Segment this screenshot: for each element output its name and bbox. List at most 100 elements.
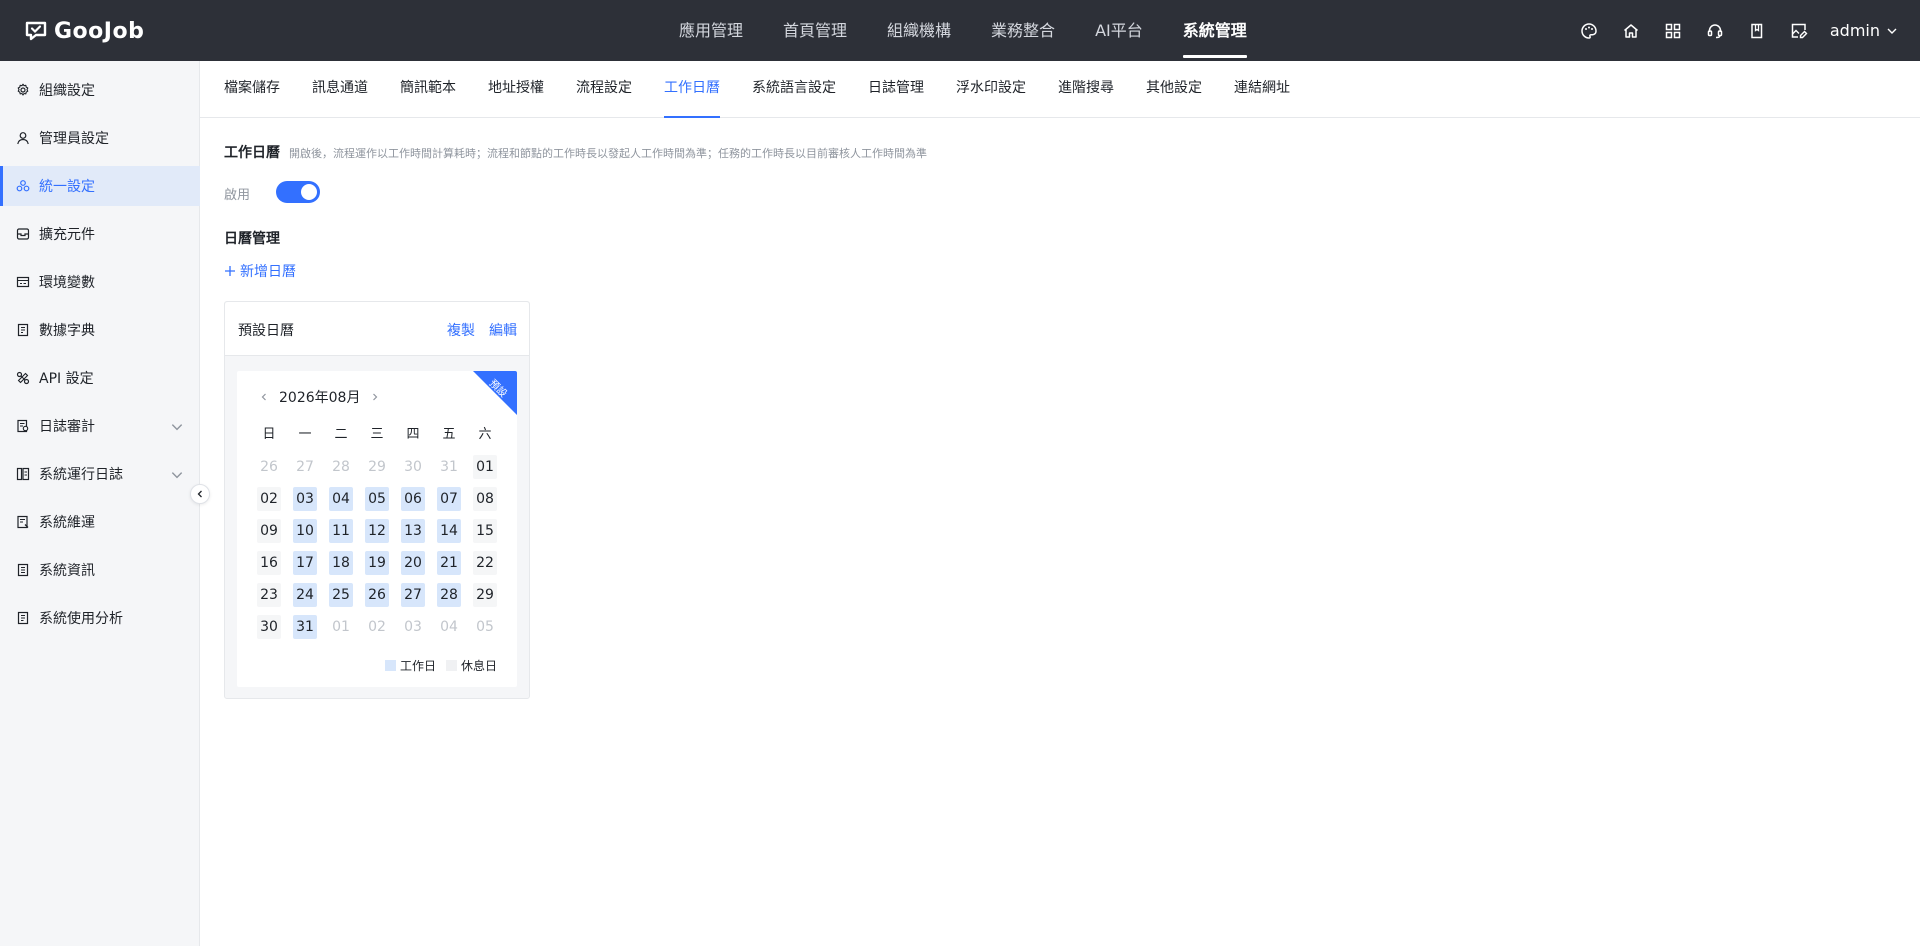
tab-language-settings[interactable]: 系統語言設定 bbox=[752, 61, 836, 118]
enable-toggle[interactable] bbox=[276, 181, 320, 203]
calendar-day-cell[interactable]: 29 bbox=[359, 451, 395, 483]
calendar-day-cell[interactable]: 07 bbox=[431, 483, 467, 515]
edit-image-icon[interactable] bbox=[1778, 0, 1820, 61]
calendar-day-cell[interactable]: 01 bbox=[323, 611, 359, 643]
calendar-day-cell[interactable]: 03 bbox=[287, 483, 323, 515]
topnav-organization[interactable]: 組織機構 bbox=[867, 0, 971, 61]
sidebar-item-extensions[interactable]: 擴充元件 bbox=[0, 214, 200, 254]
topnav-ai-platform[interactable]: AI平台 bbox=[1075, 0, 1163, 61]
calendar-day-cell[interactable]: 04 bbox=[431, 611, 467, 643]
tab-workflow-settings[interactable]: 流程設定 bbox=[576, 61, 632, 118]
tab-message-channel[interactable]: 訊息通道 bbox=[312, 61, 368, 118]
enable-label: 啟用 bbox=[224, 188, 251, 203]
topnav-system-management[interactable]: 系統管理 bbox=[1163, 0, 1267, 61]
calendar-day-cell[interactable]: 31 bbox=[287, 611, 323, 643]
tab-address-authorization[interactable]: 地址授權 bbox=[488, 61, 544, 118]
calendar-day-cell[interactable]: 31 bbox=[431, 451, 467, 483]
calendar-day-cell[interactable]: 06 bbox=[395, 483, 431, 515]
calendar-day-cell[interactable]: 04 bbox=[323, 483, 359, 515]
restday-swatch bbox=[445, 660, 457, 671]
palette-icon[interactable] bbox=[1568, 0, 1610, 61]
calendar-day-cell[interactable]: 05 bbox=[359, 483, 395, 515]
user-menu[interactable]: admin bbox=[1830, 21, 1898, 40]
tab-advanced-search[interactable]: 進階搜尋 bbox=[1058, 61, 1114, 118]
calendar-day-cell[interactable]: 03 bbox=[395, 611, 431, 643]
logo[interactable]: GooJob bbox=[24, 16, 144, 46]
calendar-day-workday: 13 bbox=[401, 519, 425, 543]
calendar-day-restday: 01 bbox=[473, 455, 497, 479]
gear-icon bbox=[17, 83, 29, 96]
book-icon[interactable] bbox=[1736, 0, 1778, 61]
legend-restday: 休息日 bbox=[445, 657, 497, 674]
sidebar-item-data-dictionary[interactable]: 數據字典 bbox=[0, 310, 200, 350]
next-month-button[interactable] bbox=[368, 390, 382, 404]
sidebar-item-env-variables[interactable]: 環境變數 bbox=[0, 262, 200, 302]
calendar-day-cell[interactable]: 10 bbox=[287, 515, 323, 547]
edit-button[interactable]: 編輯 bbox=[489, 320, 517, 340]
calendar-day-cell[interactable]: 26 bbox=[251, 451, 287, 483]
calendar-day-cell[interactable]: 22 bbox=[467, 547, 503, 579]
toggle-knob bbox=[301, 184, 317, 200]
sidebar-item-system-maintenance[interactable]: 系統維運 bbox=[0, 502, 200, 542]
sidebar-item-log-audit[interactable]: 日誌審計 bbox=[0, 406, 200, 446]
support-icon[interactable] bbox=[1694, 0, 1736, 61]
calendar-day-cell[interactable]: 18 bbox=[323, 547, 359, 579]
sidebar-item-org-settings[interactable]: 組織設定 bbox=[0, 70, 200, 110]
calendar-day-cell[interactable]: 05 bbox=[467, 611, 503, 643]
calendar-day-cell[interactable]: 26 bbox=[359, 579, 395, 611]
prev-month-button[interactable] bbox=[257, 390, 271, 404]
calendar-day-cell[interactable]: 27 bbox=[287, 451, 323, 483]
calendar-day-cell[interactable]: 12 bbox=[359, 515, 395, 547]
calendar-day-cell[interactable]: 21 bbox=[431, 547, 467, 579]
calendar-day-cell[interactable]: 28 bbox=[431, 579, 467, 611]
calendar-day-cell[interactable]: 08 bbox=[467, 483, 503, 515]
calendar-day-cell[interactable]: 17 bbox=[287, 547, 323, 579]
sidebar-item-usage-analytics[interactable]: 系統使用分析 bbox=[0, 598, 200, 638]
tab-file-storage[interactable]: 檔案儲存 bbox=[224, 61, 280, 118]
calendar-day-workday: 12 bbox=[365, 519, 389, 543]
calendar-day-cell[interactable]: 29 bbox=[467, 579, 503, 611]
calendar-day-cell[interactable]: 28 bbox=[323, 451, 359, 483]
calendar-day-cell[interactable]: 16 bbox=[251, 547, 287, 579]
tab-link-url[interactable]: 連結網址 bbox=[1234, 61, 1290, 118]
calendar-day-cell[interactable]: 30 bbox=[395, 451, 431, 483]
calendar-day-cell[interactable]: 02 bbox=[251, 483, 287, 515]
topnav-home-management[interactable]: 首頁管理 bbox=[763, 0, 867, 61]
tab-log-management[interactable]: 日誌管理 bbox=[868, 61, 924, 118]
chevron-left-icon bbox=[261, 393, 266, 401]
audit-icon bbox=[17, 419, 29, 433]
tab-watermark-settings[interactable]: 浮水印設定 bbox=[956, 61, 1026, 118]
calendar-day-cell[interactable]: 02 bbox=[359, 611, 395, 643]
calendar-day-cell[interactable]: 27 bbox=[395, 579, 431, 611]
home-icon[interactable] bbox=[1610, 0, 1652, 61]
sidebar-item-unified-settings[interactable]: 統一設定 bbox=[0, 166, 200, 206]
calendar-day-cell[interactable]: 24 bbox=[287, 579, 323, 611]
calendar-day-cell[interactable]: 23 bbox=[251, 579, 287, 611]
calendar-day-cell[interactable]: 30 bbox=[251, 611, 287, 643]
tab-sms-template[interactable]: 簡訊範本 bbox=[400, 61, 456, 118]
sidebar-item-api-settings[interactable]: API 設定 bbox=[0, 358, 200, 398]
calendar-day-outside-month: 27 bbox=[296, 459, 314, 475]
calendar-day-cell[interactable]: 25 bbox=[323, 579, 359, 611]
add-calendar-button[interactable]: 新增日曆 bbox=[224, 261, 296, 281]
sidebar-item-system-run-log[interactable]: 系統運行日誌 bbox=[0, 454, 200, 494]
sidebar-item-admin-settings[interactable]: 管理員設定 bbox=[0, 118, 200, 158]
grid-icon[interactable] bbox=[1652, 0, 1694, 61]
calendar-day-cell[interactable]: 13 bbox=[395, 515, 431, 547]
topnav-business-integration[interactable]: 業務整合 bbox=[971, 0, 1075, 61]
calendar-day-cell[interactable]: 19 bbox=[359, 547, 395, 579]
calendar-day-cell[interactable]: 15 bbox=[467, 515, 503, 547]
copy-button[interactable]: 複製 bbox=[447, 320, 475, 340]
calendar-day-cell[interactable]: 01 bbox=[467, 451, 503, 483]
chevron-left-icon bbox=[197, 490, 202, 498]
sidebar-collapse-button[interactable] bbox=[190, 484, 210, 504]
calendar-day-cell[interactable]: 20 bbox=[395, 547, 431, 579]
calendar-day-cell[interactable]: 09 bbox=[251, 515, 287, 547]
calendar-day-cell[interactable]: 14 bbox=[431, 515, 467, 547]
sidebar-item-system-info[interactable]: 系統資訊 bbox=[0, 550, 200, 590]
tab-work-calendar[interactable]: 工作日曆 bbox=[664, 61, 720, 118]
calendar-day-cell[interactable]: 11 bbox=[323, 515, 359, 547]
calendar-day-restday: 22 bbox=[473, 551, 497, 575]
tab-other-settings[interactable]: 其他設定 bbox=[1146, 61, 1202, 118]
topnav-app-management[interactable]: 應用管理 bbox=[659, 0, 763, 61]
